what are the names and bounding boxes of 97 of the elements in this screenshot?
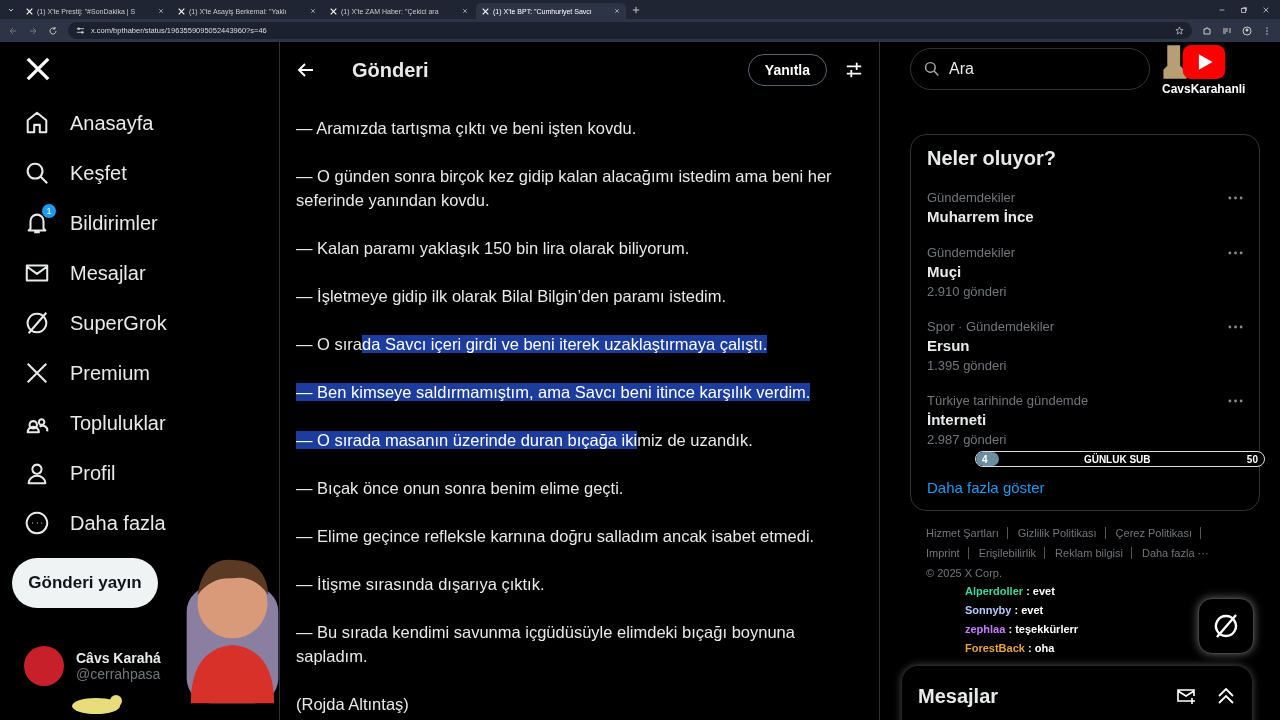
post-paragraph: — İtişme sırasında dışarıya çıktık. [296,574,546,595]
grok-icon [24,310,50,336]
search-icon [924,61,940,77]
site-settings-icon[interactable] [76,26,85,35]
nav-item[interactable]: SuperGrok [12,298,279,348]
x-logo-icon [178,7,185,15]
post-paragraph: — Bıçak önce onun sonra benim elime geçti. [296,478,625,499]
search-icon [24,160,50,186]
trend-item[interactable]: Türkiye tarihinde gündemde İnterneti 2.987 gönderi [927,387,1243,447]
avatar[interactable] [24,646,64,686]
footer-link[interactable]: Daha fazla ··· [1141,547,1209,559]
post-paragraph: — Elime geçince refleksle karnına doğru salladım ancak isabet etmedi. [296,526,816,547]
chat-message: Alperdoller : evet [965,584,1056,599]
account-name: Câvs Karahá [76,650,161,666]
close-icon[interactable] [1262,5,1270,14]
footer-link[interactable]: Reklam bilgisi [1055,547,1123,559]
trend-name: Muçi [927,263,963,280]
nav-item[interactable]: 1 Bildirimler [12,198,279,248]
trend-category: Türkiye tarihinde gündemde [927,393,1089,408]
more-icon[interactable] [1228,398,1243,403]
post-button[interactable]: Gönderi yayın [12,558,158,608]
nav-item[interactable]: Mesajlar [12,248,279,298]
trend-post-count: 2.910 gönderi [927,284,1008,299]
grok-icon [1212,612,1240,640]
close-icon[interactable] [310,8,316,14]
grok-button[interactable] [1198,598,1254,654]
forward-icon[interactable] [28,25,38,36]
trend-item[interactable]: Spor · Gündemdekiler Ersun 1.395 gönderi [927,313,1243,373]
messages-drawer[interactable]: Mesajlar [902,666,1252,720]
channel-name: CavsKarahanli [1162,82,1246,96]
notification-badge: 1 [42,204,56,218]
trend-post-count: 2.987 gönderi [927,432,1008,447]
footer-link[interactable]: Imprint [926,547,960,559]
nav-item[interactable]: Premium [12,348,279,398]
post-paragraph: — İşletmeye gidip ilk olarak Bilal Bilgin’den paramı istedim. [296,286,728,307]
new-message-icon[interactable] [1176,686,1196,706]
x-icon [24,360,50,386]
post-paragraph: — Kalan paramı yaklaşık 150 bin lira olarak biliyorum. [296,238,691,259]
goal-label: GÜNLUK SUB [1083,453,1151,465]
trend-name: Muharrem İnce [927,208,1035,225]
post-paragraph: — Aramızda tartışma çıktı ve beni işten kovdu. [296,118,638,139]
post-paragraph: — Ben kimseye saldırmamıştım, ama Savcı beni itince karşılık verdim. [296,382,812,403]
trend-category: Spor · Gündemdekiler [927,319,1055,334]
boot-icon [1162,44,1188,80]
nav-item[interactable]: Profil [12,448,279,498]
post-paragraph: — Bu sırada kendimi savunma içgüdüsüyle elimdeki bıçağı boynuna sapladım. [296,622,796,667]
trend-item[interactable]: Gündemdekiler Muharrem İnce [927,184,1243,225]
play-logo-icon [1182,45,1226,79]
footer-link[interactable]: Hizmet Şartları [926,527,999,539]
back-icon[interactable] [8,25,18,36]
footer-link[interactable]: Gizlilik Politikası [1017,527,1097,539]
reload-icon[interactable] [48,25,58,36]
goal-current: 4 [982,453,988,465]
chat-message: ForestBack : oha [965,641,1056,656]
x-logo-icon [26,7,33,15]
more-icon[interactable] [1228,250,1243,255]
chat-message: zephlaa : teşekkürlerr [965,622,1079,637]
close-icon[interactable] [462,8,468,14]
account-handle: @cerrahpasa [76,666,161,682]
close-icon[interactable] [158,8,164,14]
chat-message: Sonnyby : evet [965,603,1045,618]
trend-category: Gündemdekiler [927,245,1016,260]
star-icon[interactable] [1175,26,1184,35]
close-icon[interactable] [614,8,620,14]
trend-post-count: 1.395 gönderi [927,358,1008,373]
show-more-link[interactable]: Daha fazla göster [927,479,1045,496]
nav-item[interactable]: Anasayfa [12,98,279,148]
footer-link[interactable]: Çerez Politikası [1115,527,1193,539]
post-paragraph: — O sırada masanın üzerinde duran bıçağa ikimiz de uzandık. [296,430,754,451]
double-chevron-up-icon[interactable] [1216,686,1236,706]
trend-item[interactable]: Gündemdekiler Muçi 2.910 gönderi [927,239,1243,299]
trend-name: Ersun [927,337,971,354]
x-logo-icon [482,7,489,15]
copyright: © 2025 X Corp. [926,567,1002,579]
trend-category: Gündemdekiler [927,190,1016,205]
more-icon[interactable] [1228,324,1243,329]
nav-item[interactable]: Daha fazla [12,498,279,548]
x-logo-icon [330,7,337,15]
post-paragraph: — O günden sonra birçok kez gidip kalan alacağımı istedim ama beni her seferinde yanından kovdu. [296,166,833,211]
new-tab-icon[interactable] [632,5,640,14]
drawer-title: Mesajlar [918,684,999,708]
more-icon [24,510,50,536]
nav-item[interactable]: Keşfet [12,148,279,198]
home-icon [24,110,50,136]
profile-icon[interactable] [1242,25,1252,36]
search-field[interactable]: Ara [910,48,1150,90]
nav-item[interactable]: Topluluklar [12,398,279,448]
restore-icon[interactable] [1240,5,1248,14]
x-logo-icon[interactable] [25,56,51,82]
post-paragraph: (Rojda Altıntaş) [296,694,410,715]
page-title: Gönderi [352,58,429,82]
filter-icon[interactable] [845,61,863,79]
section-title: Neler oluyor? [926,147,1057,170]
footer-link[interactable]: Erişilebilirlik [978,547,1037,559]
more-icon[interactable] [1228,195,1243,200]
goal-target: 50 [1246,453,1258,465]
trend-name: İnterneti [927,411,988,428]
